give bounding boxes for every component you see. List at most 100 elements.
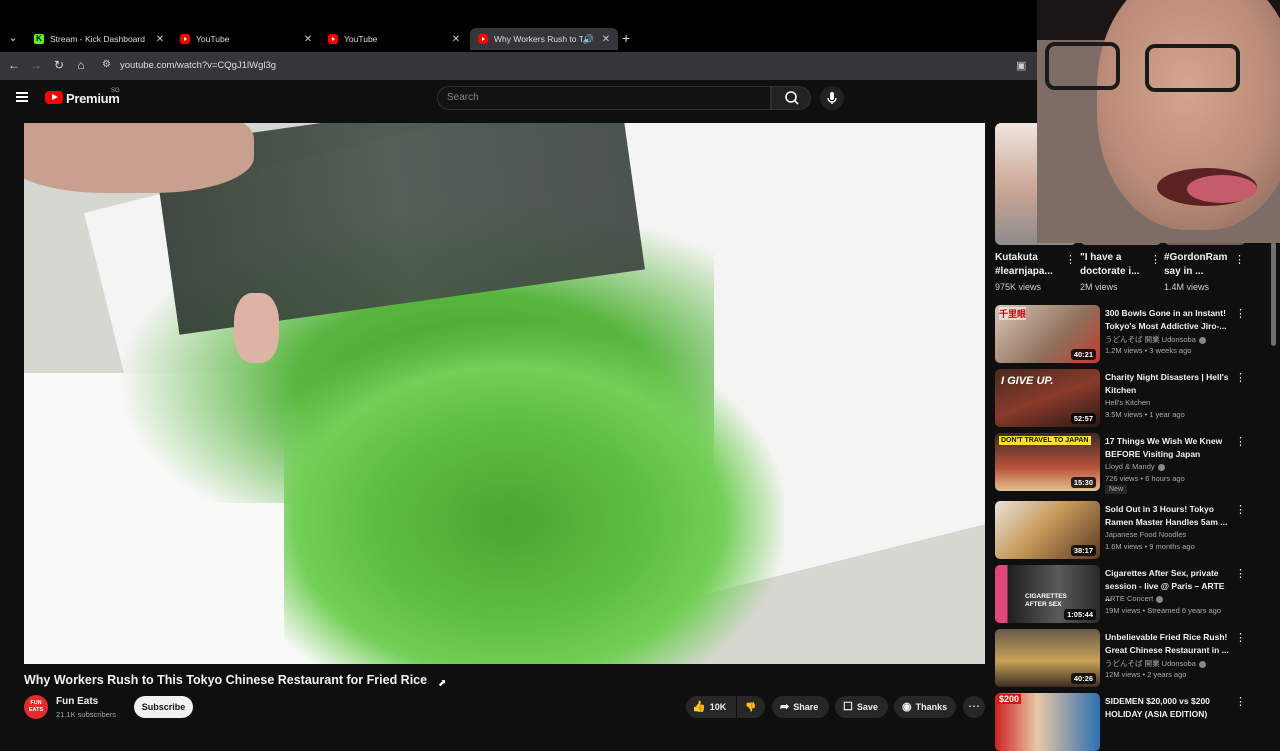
recommendation-meta: 12M views • 2 years ago [1105, 670, 1187, 679]
recommendation-menu-icon[interactable]: ⋮ [1235, 307, 1246, 320]
thumbnail-text: CIGARETTES AFTER SEX [1025, 593, 1067, 608]
tab-search-chevron-icon[interactable]: ⌄ [4, 28, 22, 48]
recommendation-menu-icon[interactable]: ⋮ [1235, 371, 1246, 384]
subscribe-button[interactable]: Subscribe [134, 696, 193, 718]
video-duration: 52:57 [1070, 413, 1096, 424]
recommendation-menu-icon[interactable]: ⋮ [1235, 503, 1246, 516]
verified-icon [1198, 336, 1206, 344]
video-player[interactable] [24, 123, 985, 664]
recommendation-title[interactable]: Sold Out in 3 Hours! Tokyo Ramen Master … [1105, 503, 1229, 528]
youtube-icon [478, 34, 488, 44]
hand [24, 123, 254, 193]
voice-search-button[interactable] [820, 86, 844, 110]
home-icon[interactable]: ⌂ [73, 58, 89, 72]
recommendation-menu-icon[interactable]: ⋮ [1235, 695, 1246, 708]
speaker-icon[interactable]: 🔊 [583, 34, 594, 45]
tab-active-video[interactable]: Why Workers Rush to This 🔊 ✕ [470, 28, 618, 50]
search-button[interactable] [771, 86, 811, 110]
dislike-button[interactable]: 👎 [737, 696, 765, 718]
channel-name[interactable]: Fun Eats [56, 696, 98, 707]
new-tab-plus-icon[interactable]: + [622, 30, 630, 46]
menu-hamburger-icon[interactable] [16, 92, 28, 102]
recommendation-title[interactable]: SIDEMEN $20,000 vs $200 HOLIDAY (ASIA ED… [1105, 695, 1229, 720]
recommendation-item[interactable]: CIGARETTES AFTER SEX 1:05:44 Cigarettes … [995, 565, 1255, 623]
recommendation-menu-icon[interactable]: ⋮ [1235, 435, 1246, 448]
recommendation-channel[interactable]: うどんそば 開業 Udonsoba [1105, 334, 1206, 345]
kick-icon: K [34, 34, 44, 44]
thumbnail-text: 千里眼 [999, 307, 1027, 320]
recommendation-item[interactable]: 40:26 Unbelievable Fried Rice Rush! Grea… [995, 629, 1255, 687]
tab-title: YouTube [344, 34, 378, 44]
microphone-icon [827, 92, 837, 104]
share-label: Share [793, 702, 819, 712]
like-button[interactable]: 👍 10K [686, 696, 736, 718]
channel-avatar[interactable]: FUN EATS [24, 695, 48, 719]
recommendation-item[interactable]: 38:17 Sold Out in 3 Hours! Tokyo Ramen M… [995, 501, 1255, 559]
share-arrow-icon: ➦ [780, 701, 790, 713]
recommendation-title[interactable]: Charity Night Disasters | Hell's Kitchen [1105, 371, 1229, 396]
video-thumbnail[interactable]: DON'T TRAVEL TO JAPAN 15:30 [995, 433, 1100, 491]
recommendation-menu-icon[interactable]: ⋮ [1235, 631, 1246, 644]
recommendation-item[interactable]: 千里眼 40:21 300 Bowls Gone in an Instant! … [995, 305, 1255, 363]
reload-icon[interactable]: ↻ [51, 58, 67, 72]
short-title[interactable]: Kutakuta #learnjapa... [995, 251, 1065, 279]
short-views: 975K views [995, 282, 1042, 292]
close-tab-icon[interactable]: ✕ [600, 34, 612, 45]
video-duration: 40:26 [1070, 673, 1096, 684]
short-title[interactable]: #GordonRam say in ... [1164, 251, 1234, 279]
video-thumbnail[interactable]: 千里眼 40:21 [995, 305, 1100, 363]
webcam-tongue [1187, 175, 1257, 203]
close-tab-icon[interactable]: ✕ [450, 34, 462, 45]
tab-title: Stream - Kick Dashboard [50, 34, 145, 44]
recommendation-channel[interactable]: ARTE Concert [1105, 594, 1164, 603]
back-arrow-icon[interactable]: ← [6, 58, 22, 72]
video-thumbnail[interactable]: I GIVE UP. 52:57 [995, 369, 1100, 427]
recommendation-channel[interactable]: Lloyd & Mandy [1105, 462, 1165, 471]
youtube-icon [180, 34, 190, 44]
short-menu-icon[interactable]: ⋮ [1065, 253, 1076, 266]
more-actions-icon[interactable]: ⋯ [963, 696, 985, 718]
bookmark-icon: ☐ [843, 701, 853, 713]
recommendation-item[interactable]: $200 SIDEMEN $20,000 vs $200 HOLIDAY (AS… [995, 693, 1255, 751]
recommendation-title[interactable]: Unbelievable Fried Rice Rush! Great Chin… [1105, 631, 1229, 656]
like-count: 10K [709, 702, 727, 712]
forward-arrow-icon[interactable]: → [28, 58, 44, 72]
thumbs-up-icon: 👍 [692, 701, 706, 713]
tab-youtube-2[interactable]: YouTube ✕ [320, 28, 468, 50]
short-menu-icon[interactable]: ⋮ [1150, 253, 1161, 266]
video-thumbnail[interactable]: 40:26 [995, 629, 1100, 687]
close-tab-icon[interactable]: ✕ [302, 34, 314, 45]
tab-kick-dashboard[interactable]: K Stream - Kick Dashboard ✕ [26, 28, 172, 50]
save-button[interactable]: ☐ Save [835, 696, 888, 718]
video-duration: 38:17 [1070, 545, 1096, 556]
recommendation-channel[interactable]: Japanese Food Noodles [1105, 530, 1186, 539]
short-title[interactable]: "I have a doctorate i... [1080, 251, 1150, 279]
close-tab-icon[interactable]: ✕ [154, 34, 166, 45]
site-settings-icon[interactable]: ⚙ [102, 59, 111, 70]
recommendation-title[interactable]: 17 Things We Wish We Knew BEFORE Visitin… [1105, 435, 1229, 460]
recommendation-item[interactable]: DON'T TRAVEL TO JAPAN 15:30 17 Things We… [995, 433, 1255, 494]
short-views: 1.4M views [1164, 282, 1210, 292]
recommendation-menu-icon[interactable]: ⋮ [1235, 567, 1246, 580]
search-input[interactable]: Search [437, 86, 771, 110]
recommendation-item[interactable]: I GIVE UP. 52:57 Charity Night Disasters… [995, 369, 1255, 427]
recommendation-channel[interactable]: Hell's Kitchen [1105, 398, 1150, 407]
mouse-cursor-icon: ⬈ [438, 678, 447, 689]
recommendation-channel[interactable]: うどんそば 開業 Udonsoba [1105, 658, 1206, 669]
thanks-button[interactable]: ◉ Thanks [894, 696, 956, 718]
youtube-logo-icon[interactable] [45, 91, 63, 104]
video-thumbnail[interactable]: $200 [995, 693, 1100, 751]
verified-icon [1157, 463, 1165, 471]
video-thumbnail[interactable]: 38:17 [995, 501, 1100, 559]
recommendation-title[interactable]: 300 Bowls Gone in an Instant! Tokyo's Mo… [1105, 307, 1229, 332]
verified-icon [1156, 595, 1164, 603]
share-button[interactable]: ➦ Share [772, 696, 829, 718]
video-thumbnail[interactable]: CIGARETTES AFTER SEX 1:05:44 [995, 565, 1100, 623]
tab-youtube-1[interactable]: YouTube ✕ [172, 28, 320, 50]
short-menu-icon[interactable]: ⋮ [1234, 253, 1245, 266]
new-badge: New [1105, 485, 1128, 494]
sidebar-scrollbar[interactable] [1271, 242, 1276, 346]
cast-icon[interactable]: ▣ [1016, 59, 1026, 72]
thumbnail-text: $200 [997, 694, 1022, 704]
url-field[interactable]: youtube.com/watch?v=CQgJ1lWgl3g [120, 60, 276, 71]
